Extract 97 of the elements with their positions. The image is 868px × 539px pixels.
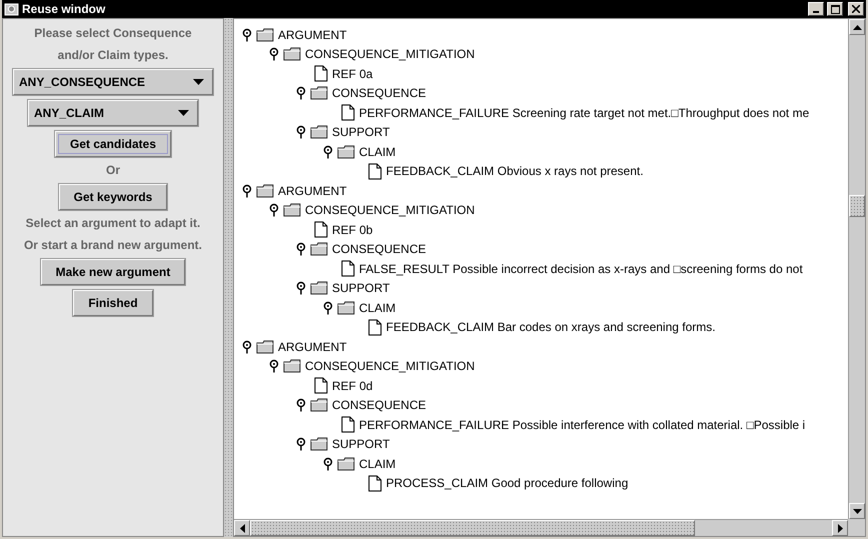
tree-node-label[interactable]: CONSEQUENCE xyxy=(332,242,426,256)
folder-icon xyxy=(337,456,355,471)
tree-node-label[interactable]: SUPPORT xyxy=(332,281,390,296)
scroll-thumb[interactable] xyxy=(849,195,865,217)
tree-node-label[interactable]: CLAIM xyxy=(359,456,396,471)
document-icon xyxy=(314,377,328,394)
folder-icon xyxy=(283,203,301,218)
folder-icon xyxy=(310,242,328,256)
node-handle-icon[interactable] xyxy=(296,242,306,256)
tree-leaf-label[interactable]: PERFORMANCE_FAILURE Screening rate target not met.□Throughput does not me xyxy=(359,106,810,120)
horizontal-scrollbar[interactable] xyxy=(234,519,848,536)
document-icon xyxy=(341,260,355,278)
action-button[interactable]: Get keywords xyxy=(58,184,168,210)
document-icon xyxy=(368,318,382,336)
scroll-up-button[interactable] xyxy=(849,19,865,35)
close-button[interactable] xyxy=(848,2,864,16)
tree-leaf-label[interactable]: REF 0d xyxy=(332,378,373,393)
folder-icon xyxy=(283,359,301,374)
tree-node-label[interactable]: ARGUMENT xyxy=(278,340,347,354)
action-button[interactable]: Get candidates xyxy=(54,131,172,157)
dropdown-arrow-icon xyxy=(193,79,204,85)
document-icon xyxy=(314,221,328,238)
dropdown-arrow-icon xyxy=(178,110,189,116)
node-handle-icon[interactable] xyxy=(242,184,252,198)
dropdown-value: ANY_CONSEQUENCE xyxy=(19,75,146,89)
window-title: Reuse window xyxy=(22,2,106,16)
action-button[interactable]: Finished xyxy=(73,290,153,316)
node-handle-icon[interactable] xyxy=(269,203,279,218)
tree-node-label[interactable]: ARGUMENT xyxy=(278,184,347,198)
minimize-button[interactable] xyxy=(808,2,824,16)
scroll-down-button[interactable] xyxy=(849,503,865,519)
node-handle-icon[interactable] xyxy=(296,437,306,452)
tree-node-label[interactable]: SUPPORT xyxy=(332,437,390,452)
tree-leaf-label[interactable]: FALSE_RESULT Possible incorrect decision as x-rays and □screening forms do not xyxy=(359,262,803,276)
document-icon xyxy=(368,162,382,180)
folder-icon xyxy=(310,398,328,412)
folder-icon xyxy=(310,86,328,100)
tree-leaf-label[interactable]: REF 0a xyxy=(332,66,373,81)
folder-icon xyxy=(283,47,301,62)
right-arrow-icon xyxy=(838,524,842,532)
type-dropdown[interactable]: ANY_CLAIM xyxy=(28,100,198,126)
left-arrow-icon xyxy=(240,524,244,532)
document-icon xyxy=(341,416,355,434)
folder-icon xyxy=(337,300,355,315)
down-arrow-icon xyxy=(852,508,862,514)
scroll-thumb[interactable] xyxy=(250,520,695,536)
maximize-button[interactable] xyxy=(827,2,843,16)
document-icon xyxy=(314,65,328,82)
tree-node-label[interactable]: CONSEQUENCE xyxy=(332,86,426,100)
instruction-text: Select an argument to adapt it. xyxy=(26,215,200,232)
node-handle-icon[interactable] xyxy=(323,300,333,315)
instruction-text: Please select Consequence xyxy=(34,25,192,42)
node-handle-icon[interactable] xyxy=(269,359,279,374)
tree-leaf-label[interactable]: PERFORMANCE_FAILURE Possible interference with collated material. □Possible i xyxy=(359,418,806,432)
tree-node-label[interactable]: ARGUMENT xyxy=(278,28,347,42)
folder-icon xyxy=(310,125,328,140)
maximize-icon xyxy=(830,4,840,14)
folder-icon xyxy=(256,28,274,42)
node-handle-icon[interactable] xyxy=(323,456,333,471)
dropdown-value: ANY_CLAIM xyxy=(34,106,104,120)
tree-leaf-label[interactable]: PROCESS_CLAIM Good procedure following xyxy=(386,476,628,490)
node-handle-icon[interactable] xyxy=(323,144,333,159)
action-button[interactable]: Make new argument xyxy=(40,259,186,285)
tree-node-label[interactable]: SUPPORT xyxy=(332,125,390,140)
instruction-text: Or start a brand new argument. xyxy=(24,237,202,254)
folder-icon xyxy=(310,281,328,296)
node-handle-icon[interactable] xyxy=(296,86,306,100)
node-handle-icon[interactable] xyxy=(242,340,252,354)
type-dropdown[interactable]: ANY_CONSEQUENCE xyxy=(13,69,213,95)
folder-icon xyxy=(256,184,274,198)
tree-leaf-label[interactable]: FEEDBACK_CLAIM Bar codes on xrays and screening forms. xyxy=(386,320,716,334)
tree-leaf-label[interactable]: FEEDBACK_CLAIM Obvious x rays not present. xyxy=(386,164,644,178)
node-handle-icon[interactable] xyxy=(296,125,306,140)
document-icon xyxy=(341,104,355,122)
document-icon xyxy=(368,474,382,492)
folder-icon xyxy=(256,340,274,354)
scroll-left-button[interactable] xyxy=(234,520,250,536)
folder-icon xyxy=(310,437,328,452)
node-handle-icon[interactable] xyxy=(242,28,252,42)
tree-node-label[interactable]: CONSEQUENCE_MITIGATION xyxy=(305,203,475,218)
vertical-scrollbar[interactable] xyxy=(848,19,865,519)
instruction-text: and/or Claim types. xyxy=(58,47,168,64)
scroll-right-button[interactable] xyxy=(832,520,848,536)
node-handle-icon[interactable] xyxy=(269,47,279,62)
tree-node-label[interactable]: CONSEQUENCE xyxy=(332,398,426,412)
node-handle-icon[interactable] xyxy=(296,398,306,412)
tree-node-label[interactable]: CLAIM xyxy=(359,144,396,159)
instruction-text: Or xyxy=(106,162,120,179)
up-arrow-icon xyxy=(852,24,862,30)
app-icon xyxy=(4,2,19,16)
tree-node-label[interactable]: CONSEQUENCE_MITIGATION xyxy=(305,47,475,62)
node-handle-icon[interactable] xyxy=(296,281,306,296)
close-icon xyxy=(852,5,860,13)
tree-node-label[interactable]: CONSEQUENCE_MITIGATION xyxy=(305,359,475,374)
tree-node-label[interactable]: CLAIM xyxy=(359,300,396,315)
folder-icon xyxy=(337,144,355,159)
tree-leaf-label[interactable]: REF 0b xyxy=(332,222,373,237)
